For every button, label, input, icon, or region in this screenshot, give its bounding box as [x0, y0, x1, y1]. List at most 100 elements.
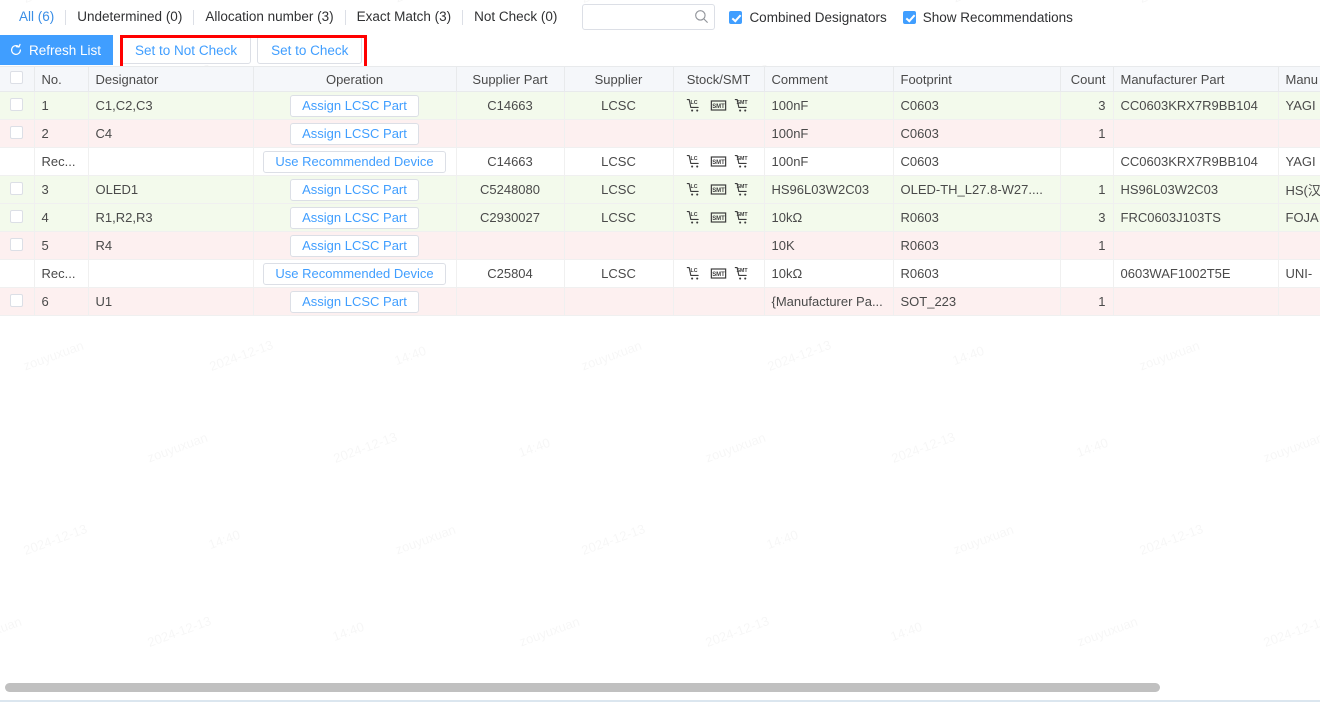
smt-box-icon[interactable]: SMT [710, 182, 727, 197]
header-supplier[interactable]: Supplier [564, 67, 674, 92]
row-operation[interactable]: Assign LCSC Part [253, 119, 457, 148]
row-designator[interactable]: R4 [88, 231, 254, 260]
row-select-cell[interactable] [0, 91, 35, 120]
tab-allocation-number[interactable]: Allocation number (3) [194, 9, 344, 25]
row-stock-smt [673, 119, 765, 148]
header-supplier-part[interactable]: Supplier Part [456, 67, 565, 92]
header-select-all[interactable] [0, 67, 35, 92]
table-row[interactable]: 1 C1,C2,C3 Assign LCSC Part C14663 LCSC LC SMT… [0, 91, 1320, 120]
assign-lcsc-part-button[interactable]: Assign LCSC Part [290, 206, 419, 229]
cart-lc-icon[interactable]: LC [686, 266, 703, 281]
tab-undetermined[interactable]: Undetermined (0) [66, 9, 193, 25]
row-supplier: LCSC [564, 91, 674, 120]
show-recommendations-checkbox[interactable] [902, 10, 916, 24]
select-all-checkbox[interactable] [10, 71, 24, 84]
header-comment[interactable]: Comment [764, 67, 894, 92]
row-designator[interactable]: OLED1 [88, 175, 254, 204]
row-select-cell[interactable] [0, 119, 35, 148]
row-designator[interactable] [88, 147, 254, 176]
set-to-check-button[interactable]: Set to Check [257, 36, 363, 64]
smt-box-icon[interactable]: SMT [710, 210, 727, 225]
row-operation[interactable]: Assign LCSC Part [253, 175, 457, 204]
row-select-checkbox[interactable] [10, 97, 24, 111]
cart-smt-icon[interactable]: SMT [734, 210, 751, 225]
row-designator[interactable]: C1,C2,C3 [88, 91, 254, 120]
combined-designators-toggle[interactable]: Combined Designators [729, 10, 887, 25]
tab-all[interactable]: All (6) [8, 9, 65, 25]
row-manufacturer-part: HS96L03W2C03 [1113, 175, 1279, 204]
row-select-cell[interactable] [0, 259, 35, 288]
cart-lc-icon[interactable]: LC [686, 98, 703, 113]
cart-lc-icon[interactable]: LC [686, 154, 703, 169]
table-row[interactable]: 3 OLED1 Assign LCSC Part C5248080 LCSC LC SMT S… [0, 175, 1320, 204]
header-manufacturer-part[interactable]: Manufacturer Part [1113, 67, 1279, 92]
svg-text:SMT: SMT [712, 216, 725, 222]
row-operation[interactable]: Assign LCSC Part [253, 231, 457, 260]
table-row[interactable]: Rec... Use Recommended Device C14663 LCSC LC… [0, 147, 1320, 176]
cart-lc-icon[interactable]: LC [686, 182, 703, 197]
search-box[interactable] [582, 4, 716, 30]
refresh-list-button[interactable]: Refresh List [0, 35, 114, 65]
cart-smt-icon[interactable]: SMT [734, 154, 751, 169]
row-designator[interactable]: U1 [88, 287, 254, 316]
cart-smt-icon[interactable]: SMT [734, 98, 751, 113]
use-recommended-device-button[interactable]: Use Recommended Device [263, 262, 446, 285]
svg-text:SMT: SMT [737, 212, 749, 218]
row-select-cell[interactable] [0, 231, 35, 260]
row-select-checkbox[interactable] [10, 209, 24, 223]
header-manufacturer[interactable]: Manu [1278, 67, 1320, 92]
row-operation[interactable]: Use Recommended Device [253, 259, 457, 288]
assign-lcsc-part-button[interactable]: Assign LCSC Part [290, 234, 419, 257]
smt-box-icon[interactable]: SMT [710, 98, 727, 113]
cart-lc-icon[interactable]: LC [686, 210, 703, 225]
search-input[interactable] [582, 4, 716, 30]
header-stock-smt[interactable]: Stock/SMT [673, 67, 765, 92]
horizontal-scrollbar-track[interactable] [0, 682, 1320, 694]
row-operation[interactable]: Use Recommended Device [253, 147, 457, 176]
table-row[interactable]: Rec... Use Recommended Device C25804 LCSC LC… [0, 259, 1320, 288]
row-designator[interactable] [88, 259, 254, 288]
header-designator[interactable]: Designator [88, 67, 254, 92]
row-select-cell[interactable] [0, 287, 35, 316]
row-designator[interactable]: C4 [88, 119, 254, 148]
smt-box-icon[interactable]: SMT [710, 154, 727, 169]
row-operation[interactable]: Assign LCSC Part [253, 203, 457, 232]
row-operation[interactable]: Assign LCSC Part [253, 287, 457, 316]
row-designator[interactable]: R1,R2,R3 [88, 203, 254, 232]
row-select-checkbox[interactable] [10, 125, 24, 139]
assign-lcsc-part-button[interactable]: Assign LCSC Part [290, 290, 419, 313]
tab-not-check[interactable]: Not Check (0) [463, 9, 568, 25]
horizontal-scrollbar-thumb[interactable] [5, 683, 1160, 692]
set-to-not-check-button[interactable]: Set to Not Check [121, 36, 252, 64]
row-no: Rec... [34, 259, 89, 288]
assign-lcsc-part-button[interactable]: Assign LCSC Part [290, 178, 419, 201]
row-operation[interactable]: Assign LCSC Part [253, 91, 457, 120]
tab-exact-match[interactable]: Exact Match (3) [346, 9, 463, 25]
header-operation[interactable]: Operation [253, 67, 457, 92]
row-comment: 100nF [764, 91, 894, 120]
smt-box-icon[interactable]: SMT [710, 266, 727, 281]
table-row[interactable]: 5 R4 Assign LCSC Part 10K R0603 1 [0, 231, 1320, 260]
header-footprint[interactable]: Footprint [893, 67, 1061, 92]
row-count [1060, 259, 1114, 288]
row-select-cell[interactable] [0, 175, 35, 204]
row-select-checkbox[interactable] [10, 293, 24, 307]
row-select-checkbox[interactable] [10, 181, 24, 195]
bom-table-area: No. Designator Operation Supplier Part S… [0, 66, 1320, 316]
row-select-checkbox[interactable] [10, 237, 24, 251]
header-no[interactable]: No. [34, 67, 89, 92]
show-recommendations-toggle[interactable]: Show Recommendations [902, 10, 1073, 25]
table-row[interactable]: 6 U1 Assign LCSC Part {Manufacturer Pa... SO… [0, 287, 1320, 316]
cart-smt-icon[interactable]: SMT [734, 266, 751, 281]
row-select-cell[interactable] [0, 147, 35, 176]
row-select-cell[interactable] [0, 203, 35, 232]
combined-designators-checkbox[interactable] [729, 10, 743, 24]
assign-lcsc-part-button[interactable]: Assign LCSC Part [290, 122, 419, 145]
table-row[interactable]: 2 C4 Assign LCSC Part 100nF C0603 1 [0, 119, 1320, 148]
use-recommended-device-button[interactable]: Use Recommended Device [263, 150, 446, 173]
header-count[interactable]: Count [1060, 67, 1114, 92]
row-count: 3 [1060, 91, 1114, 120]
assign-lcsc-part-button[interactable]: Assign LCSC Part [290, 94, 419, 117]
table-row[interactable]: 4 R1,R2,R3 Assign LCSC Part C2930027 LCSC LC S… [0, 203, 1320, 232]
cart-smt-icon[interactable]: SMT [734, 182, 751, 197]
